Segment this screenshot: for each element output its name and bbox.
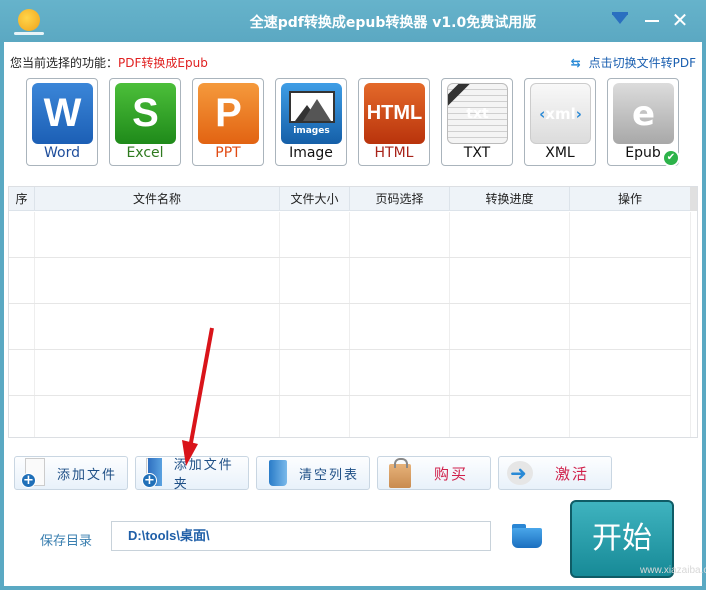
- xml-icon-text: xml: [545, 104, 576, 123]
- minimize-button[interactable]: [640, 8, 664, 32]
- table-row: [9, 350, 691, 396]
- buy-button[interactable]: 购买: [377, 456, 491, 490]
- format-image[interactable]: images Image: [275, 78, 347, 166]
- browse-folder-button[interactable]: [510, 524, 544, 550]
- file-table: 序 文件名称 文件大小 页码选择 转换进度 操作: [8, 186, 698, 438]
- add-folder-icon: +: [142, 458, 172, 488]
- window-title: 全速pdf转换成epub转换器 v1.0免费试用版: [249, 15, 537, 31]
- add-folder-label: 添加文件夹: [173, 458, 234, 492]
- picture-frame-icon: [288, 91, 335, 123]
- table-row: [9, 258, 691, 304]
- watermark: www.xiazaiba.com: [640, 565, 706, 576]
- col-page-selection[interactable]: 页码选择: [350, 187, 450, 210]
- format-xml[interactable]: ‹ xml › XML: [524, 78, 596, 166]
- col-index[interactable]: 序: [9, 187, 35, 210]
- title-bar: 全速pdf转换成epub转换器 v1.0免费试用版 ✕: [0, 0, 706, 42]
- trash-icon: [263, 458, 293, 488]
- save-directory-label: 保存目录: [40, 534, 93, 549]
- ppt-icon: P: [198, 83, 259, 144]
- activate-label: 激活: [555, 464, 590, 483]
- word-icon: W: [32, 83, 93, 144]
- format-label: Excel: [126, 145, 164, 161]
- image-icon-caption: images: [293, 126, 330, 136]
- main-content: 您当前选择的功能：PDF转换成Epub ⇆ 点击切换文件转PDF W Word S…: [4, 42, 702, 586]
- add-file-icon: +: [21, 458, 51, 488]
- excel-icon: S: [115, 83, 176, 144]
- clear-list-label: 清空列表: [299, 467, 360, 483]
- clear-list-button[interactable]: 清空列表: [256, 456, 370, 490]
- format-html[interactable]: HTML HTML: [358, 78, 430, 166]
- activate-arrow-icon: [505, 458, 535, 488]
- epub-icon: e: [613, 83, 674, 144]
- add-folder-button[interactable]: + 添加文件夹: [135, 456, 249, 492]
- table-row: [9, 396, 691, 437]
- format-epub[interactable]: e ✔ Epub: [607, 78, 680, 167]
- current-function-label: 您当前选择的功能：: [10, 56, 119, 70]
- save-directory-input[interactable]: D:\tools\桌面\: [111, 521, 491, 551]
- switch-to-pdf-link[interactable]: ⇆ 点击切换文件转PDF: [571, 54, 696, 71]
- format-label: Epub: [625, 145, 661, 161]
- table-scrollbar[interactable]: [690, 187, 697, 211]
- menu-dropdown-button[interactable]: [608, 8, 632, 32]
- activate-button[interactable]: 激活: [498, 456, 612, 490]
- switch-link-label: 点击切换文件转PDF: [588, 56, 696, 70]
- table-header: 序 文件名称 文件大小 页码选择 转换进度 操作: [9, 187, 691, 211]
- col-file-size[interactable]: 文件大小: [280, 187, 350, 210]
- add-file-button[interactable]: + 添加文件: [14, 456, 128, 490]
- table-row: [9, 212, 691, 258]
- txt-icon: txt: [447, 83, 508, 144]
- table-row: [9, 304, 691, 350]
- app-window: 全速pdf转换成epub转换器 v1.0免费试用版 ✕ 您当前选择的功能：PDF…: [0, 0, 706, 590]
- shopping-bag-icon: [384, 458, 414, 488]
- menu-icon: [612, 14, 628, 24]
- format-label: TXT: [463, 145, 491, 161]
- format-txt[interactable]: txt TXT: [441, 78, 513, 166]
- format-word[interactable]: W Word: [26, 78, 98, 166]
- format-excel[interactable]: S Excel: [109, 78, 181, 166]
- buy-label: 购买: [434, 464, 469, 483]
- image-icon: images: [281, 83, 342, 144]
- col-file-name[interactable]: 文件名称: [35, 187, 280, 210]
- col-actions[interactable]: 操作: [570, 187, 691, 210]
- format-label: HTML: [374, 145, 414, 161]
- format-label: PPT: [215, 145, 241, 161]
- add-file-label: 添加文件: [57, 467, 118, 483]
- html-icon: HTML: [364, 83, 425, 144]
- format-label: Word: [44, 145, 80, 161]
- minimize-icon: [645, 20, 659, 22]
- xml-icon: ‹ xml ›: [530, 83, 591, 144]
- swap-arrows-icon: ⇆: [570, 56, 581, 70]
- current-function: 您当前选择的功能：PDF转换成Epub: [10, 54, 208, 71]
- format-label: Image: [289, 145, 333, 161]
- format-ppt[interactable]: P PPT: [192, 78, 264, 166]
- current-function-value: PDF转换成Epub: [118, 56, 208, 70]
- col-progress[interactable]: 转换进度: [450, 187, 570, 210]
- close-button[interactable]: ✕: [668, 8, 692, 32]
- format-label: XML: [545, 145, 575, 161]
